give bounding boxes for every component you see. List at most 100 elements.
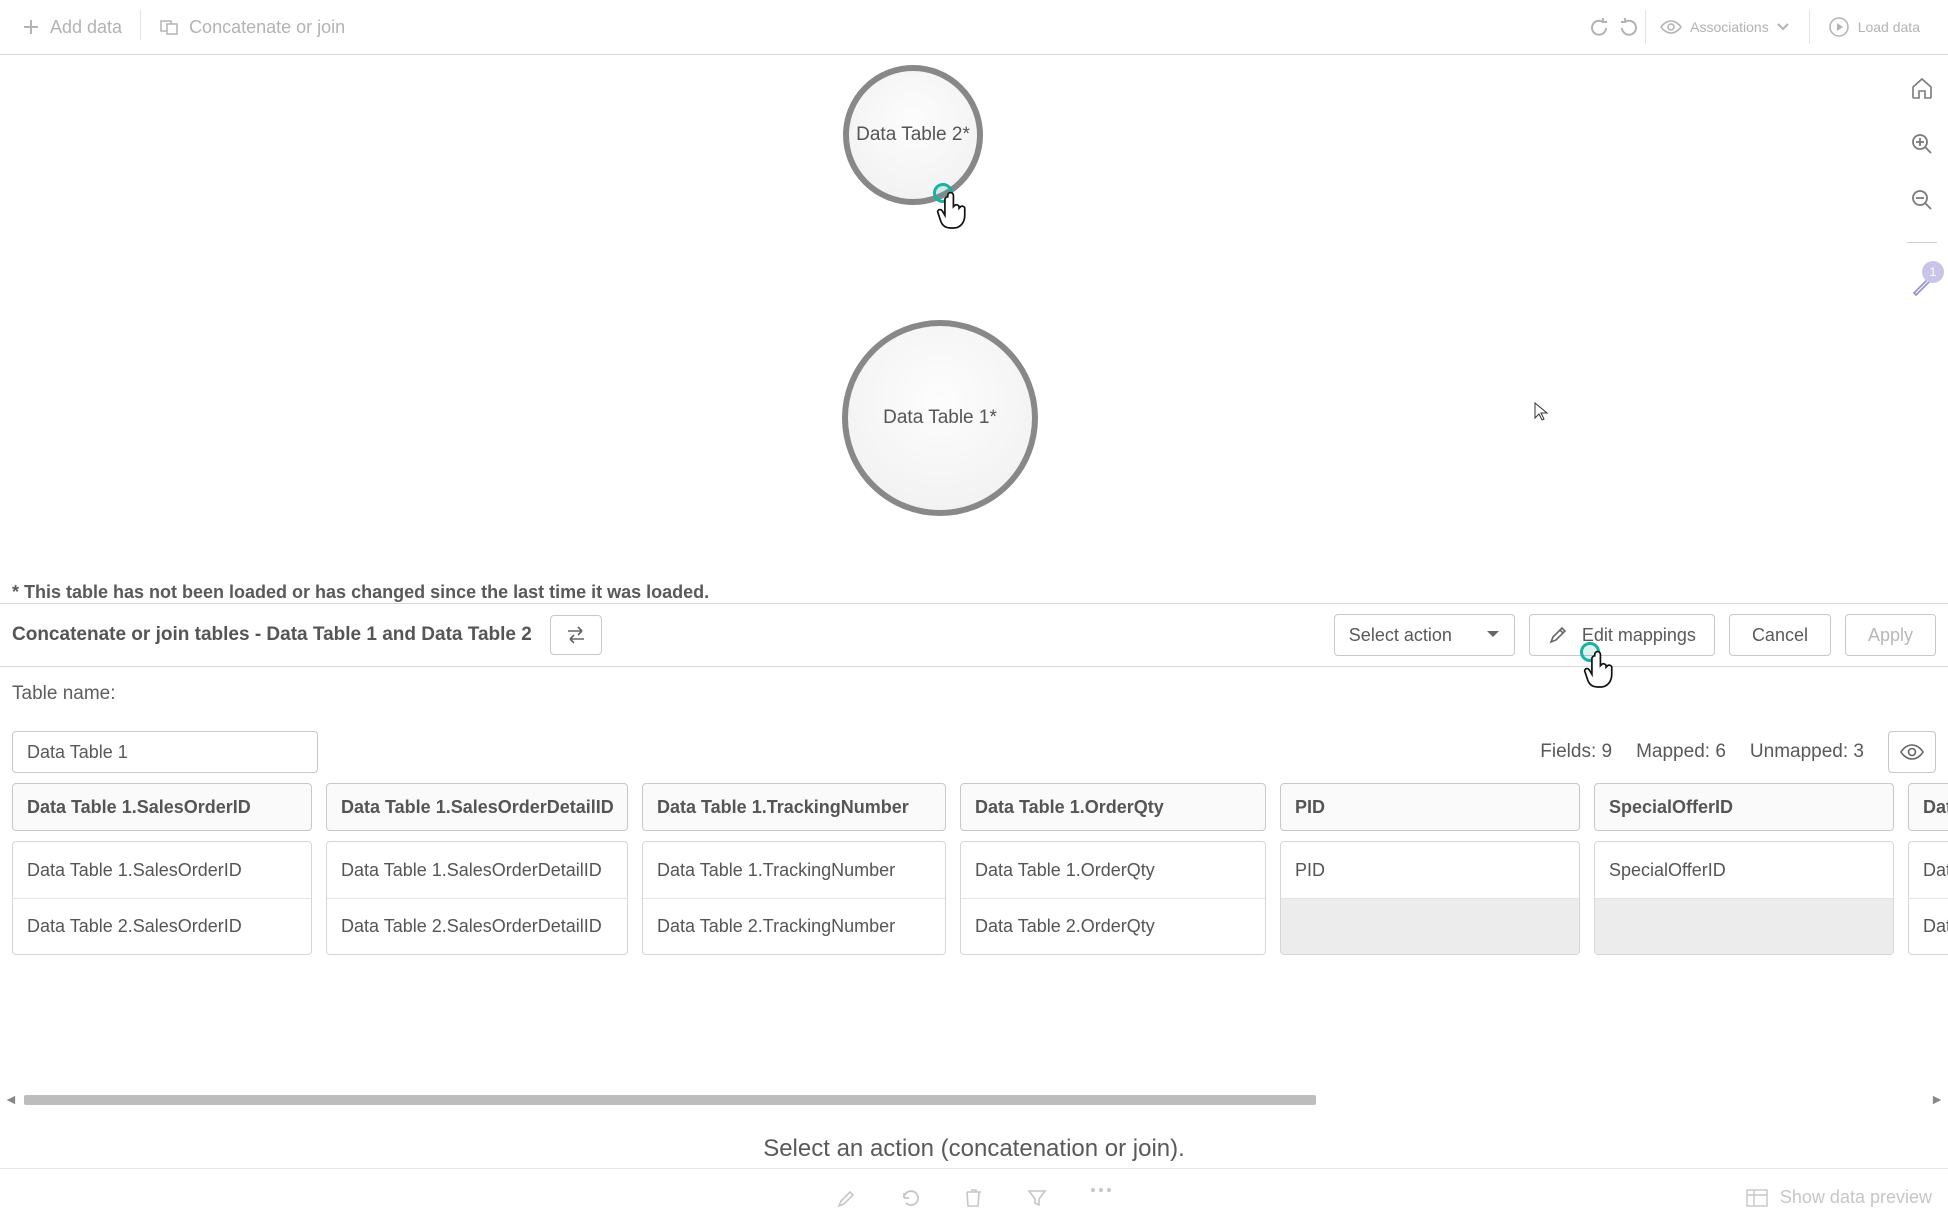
action-bar: Concatenate or join tables - Data Table … bbox=[0, 603, 1948, 667]
column-body: Data Table 1.SalesOrderIDData Table 2.Sa… bbox=[12, 841, 312, 955]
mapping-row[interactable]: Data Ta bbox=[1909, 898, 1948, 954]
canvas-footnote: * This table has not been loaded or has … bbox=[12, 582, 709, 603]
redo-icon[interactable] bbox=[1617, 16, 1639, 38]
mapping-column: Data Table 1.SalesOrderDetailIDData Tabl… bbox=[326, 783, 628, 955]
eye-icon bbox=[1660, 16, 1682, 38]
mapping-row[interactable] bbox=[1281, 898, 1579, 954]
mapping-row[interactable]: Data Table 2.SalesOrderDetailID bbox=[327, 898, 627, 954]
column-header[interactable]: Data Ta bbox=[1908, 783, 1948, 831]
table-name-row: Table name: Fields: 9 Mapped: 6 Unmapped… bbox=[0, 667, 1948, 773]
mapping-column: Data TaData TaData Ta bbox=[1908, 783, 1948, 955]
table-name-input[interactable] bbox=[12, 731, 318, 773]
add-data-button[interactable]: Add data bbox=[10, 10, 132, 44]
apply-button[interactable]: Apply bbox=[1845, 614, 1936, 656]
column-header[interactable]: Data Table 1.SalesOrderDetailID bbox=[326, 783, 628, 831]
mapping-row[interactable]: Data Table 1.SalesOrderID bbox=[13, 842, 311, 898]
load-data-label: Load data bbox=[1858, 19, 1920, 35]
refresh-icon[interactable] bbox=[900, 1187, 922, 1209]
zoom-in-icon[interactable] bbox=[1904, 126, 1940, 162]
touch-cursor-indicator bbox=[1576, 640, 1612, 676]
toggle-fields-visibility-button[interactable] bbox=[1888, 731, 1936, 773]
mapping-row[interactable]: Data Table 2.OrderQty bbox=[961, 898, 1265, 954]
fields-count: Fields: 9 bbox=[1540, 741, 1612, 763]
table-name-label: Table name: bbox=[12, 683, 116, 705]
column-body: Data TaData Ta bbox=[1908, 841, 1948, 955]
play-circle-icon bbox=[1828, 16, 1850, 38]
column-header[interactable]: Data Table 1.OrderQty bbox=[960, 783, 1266, 831]
plus-icon bbox=[20, 16, 42, 38]
table-icon bbox=[1746, 1189, 1768, 1207]
column-body: SpecialOfferID bbox=[1594, 841, 1894, 955]
mapping-row[interactable]: SpecialOfferID bbox=[1595, 842, 1893, 898]
column-header[interactable]: SpecialOfferID bbox=[1594, 783, 1894, 831]
caret-down-icon bbox=[1486, 630, 1500, 640]
pencil-icon bbox=[1548, 625, 1568, 645]
mapping-column: Data Table 1.OrderQtyData Table 1.OrderQ… bbox=[960, 783, 1266, 955]
mapping-row[interactable]: Data Table 1.OrderQty bbox=[961, 842, 1265, 898]
trash-icon[interactable] bbox=[964, 1187, 984, 1209]
scroll-left-arrow-icon[interactable]: ◄ bbox=[4, 1091, 18, 1107]
cancel-button[interactable]: Cancel bbox=[1729, 614, 1831, 656]
bubble-label: Data Table 1* bbox=[883, 407, 997, 429]
tables-icon bbox=[159, 16, 181, 38]
apply-label: Apply bbox=[1868, 625, 1913, 646]
scrollbar-thumb[interactable] bbox=[24, 1095, 1316, 1105]
top-toolbar: Add data Concatenate or join Association… bbox=[0, 0, 1948, 55]
mapping-column: PID PID bbox=[1280, 783, 1580, 955]
load-data-button[interactable]: Load data bbox=[1809, 10, 1938, 44]
canvas-right-toolbar: 1 bbox=[1904, 70, 1940, 303]
column-body: Data Table 1.SalesOrderDetailIDData Tabl… bbox=[326, 841, 628, 955]
edit-icon[interactable] bbox=[836, 1187, 858, 1209]
column-body: Data Table 1.OrderQtyData Table 2.OrderQ… bbox=[960, 841, 1266, 955]
mapping-grid: Data Table 1.SalesOrderIDData Table 1.Sa… bbox=[0, 773, 1948, 955]
recommendations-icon[interactable]: 1 bbox=[1904, 267, 1940, 303]
mapping-horizontal-scrollbar[interactable]: ◄ ► bbox=[12, 1093, 1936, 1107]
field-stats: Fields: 9 Mapped: 6 Unmapped: 3 bbox=[1540, 731, 1936, 773]
filter-icon[interactable] bbox=[1026, 1187, 1048, 1209]
table-bubble-data-table-1[interactable]: Data Table 1* bbox=[842, 320, 1038, 516]
select-action-dropdown[interactable]: Select action bbox=[1334, 614, 1515, 656]
recommendations-badge: 1 bbox=[1922, 261, 1944, 283]
mapping-row[interactable]: Data Table 1.SalesOrderDetailID bbox=[327, 842, 627, 898]
edit-mappings-button[interactable]: Edit mappings bbox=[1529, 614, 1715, 656]
concatenate-join-button[interactable]: Concatenate or join bbox=[149, 10, 355, 44]
home-icon[interactable] bbox=[1904, 70, 1940, 106]
mapping-row[interactable]: Data Table 1.TrackingNumber bbox=[643, 842, 945, 898]
mapping-column: Data Table 1.TrackingNumberData Table 1.… bbox=[642, 783, 946, 955]
column-body: PID bbox=[1280, 841, 1580, 955]
association-canvas[interactable]: Data Table 2* Data Table 1* * This table… bbox=[0, 55, 1948, 555]
mapping-row[interactable]: Data Table 2.TrackingNumber bbox=[643, 898, 945, 954]
column-body: Data Table 1.TrackingNumberData Table 2.… bbox=[642, 841, 946, 955]
chevron-down-icon bbox=[1777, 23, 1789, 31]
associations-button[interactable]: Associations bbox=[1645, 10, 1803, 44]
mapping-row[interactable]: PID bbox=[1281, 842, 1579, 898]
mapping-row[interactable]: Data Table 2.SalesOrderID bbox=[13, 898, 311, 954]
instruction-text: Select an action (concatenation or join)… bbox=[0, 1135, 1948, 1163]
column-header[interactable]: PID bbox=[1280, 783, 1580, 831]
add-data-label: Add data bbox=[50, 17, 122, 38]
cancel-label: Cancel bbox=[1752, 625, 1808, 646]
bubble-label: Data Table 2* bbox=[856, 124, 970, 146]
zoom-out-icon[interactable] bbox=[1904, 182, 1940, 218]
mapping-column: SpecialOfferID SpecialOfferID bbox=[1594, 783, 1894, 955]
associations-label: Associations bbox=[1690, 19, 1769, 35]
show-data-preview-label: Show data preview bbox=[1780, 1187, 1932, 1208]
mapped-count: Mapped: 6 bbox=[1636, 741, 1726, 763]
unmapped-count: Unmapped: 3 bbox=[1750, 741, 1864, 763]
more-icon[interactable] bbox=[1090, 1187, 1112, 1209]
mapping-row[interactable]: Data Ta bbox=[1909, 842, 1948, 898]
scroll-right-arrow-icon[interactable]: ► bbox=[1930, 1091, 1944, 1107]
show-data-preview-button[interactable]: Show data preview bbox=[1746, 1187, 1932, 1208]
swap-tables-button[interactable] bbox=[550, 615, 602, 655]
mouse-cursor-indicator bbox=[1534, 402, 1548, 422]
action-title: Concatenate or join tables - Data Table … bbox=[12, 624, 532, 646]
bottom-toolbar: Show data preview bbox=[0, 1168, 1948, 1226]
touch-cursor-indicator bbox=[929, 181, 965, 217]
column-header[interactable]: Data Table 1.SalesOrderID bbox=[12, 783, 312, 831]
concatenate-join-label: Concatenate or join bbox=[189, 17, 345, 38]
column-header[interactable]: Data Table 1.TrackingNumber bbox=[642, 783, 946, 831]
select-action-label: Select action bbox=[1349, 625, 1452, 646]
mapping-column: Data Table 1.SalesOrderIDData Table 1.Sa… bbox=[12, 783, 312, 955]
mapping-row[interactable] bbox=[1595, 898, 1893, 954]
undo-icon[interactable] bbox=[1589, 16, 1611, 38]
